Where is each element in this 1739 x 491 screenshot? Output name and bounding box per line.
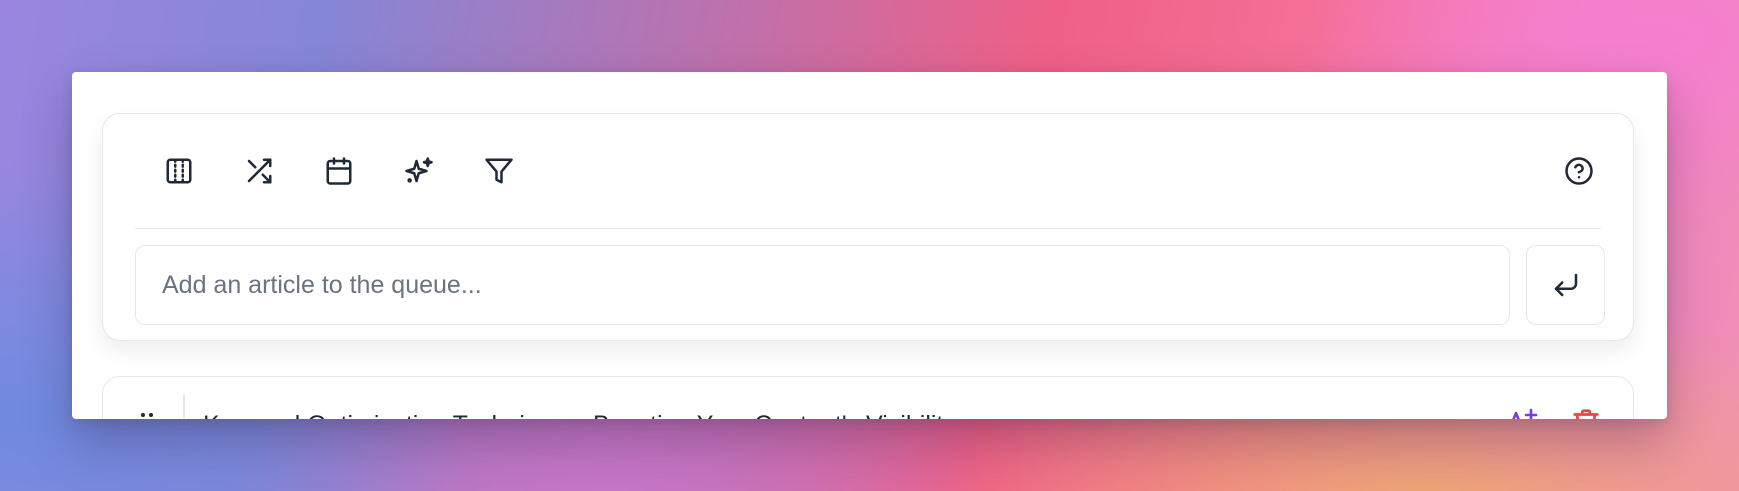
delete-article-button[interactable]	[1571, 407, 1601, 419]
queue-panel	[102, 113, 1634, 341]
enter-icon	[1554, 273, 1577, 297]
calendar-icon	[326, 157, 352, 185]
app-window: Keyword Optimization Techniques: Boostin…	[72, 72, 1667, 419]
ai-text-icon	[1512, 408, 1538, 419]
filter-icon	[485, 158, 513, 184]
trash-icon	[1573, 409, 1599, 419]
toolbar	[135, 114, 1601, 229]
help-circle-icon	[1565, 157, 1593, 185]
ai-rewrite-button[interactable]	[1505, 407, 1539, 419]
divider	[183, 395, 185, 419]
sparkles-icon	[405, 157, 433, 183]
help-button[interactable]	[1559, 151, 1599, 191]
drag-handle-icon[interactable]	[141, 413, 155, 419]
shuffle-icon	[247, 158, 272, 184]
article-item[interactable]: Keyword Optimization Techniques: Boostin…	[102, 376, 1634, 419]
table-columns-icon	[166, 158, 192, 184]
shuffle-button[interactable]	[239, 151, 279, 191]
calendar-button[interactable]	[319, 151, 359, 191]
ai-generate-button[interactable]	[399, 151, 439, 191]
queue-input-wrapper	[135, 245, 1510, 325]
add-article-input[interactable]	[160, 269, 1509, 301]
filter-button[interactable]	[479, 151, 519, 191]
submit-article-button[interactable]	[1526, 245, 1605, 325]
columns-button[interactable]	[159, 151, 199, 191]
article-title: Keyword Optimization Techniques: Boostin…	[203, 411, 956, 419]
